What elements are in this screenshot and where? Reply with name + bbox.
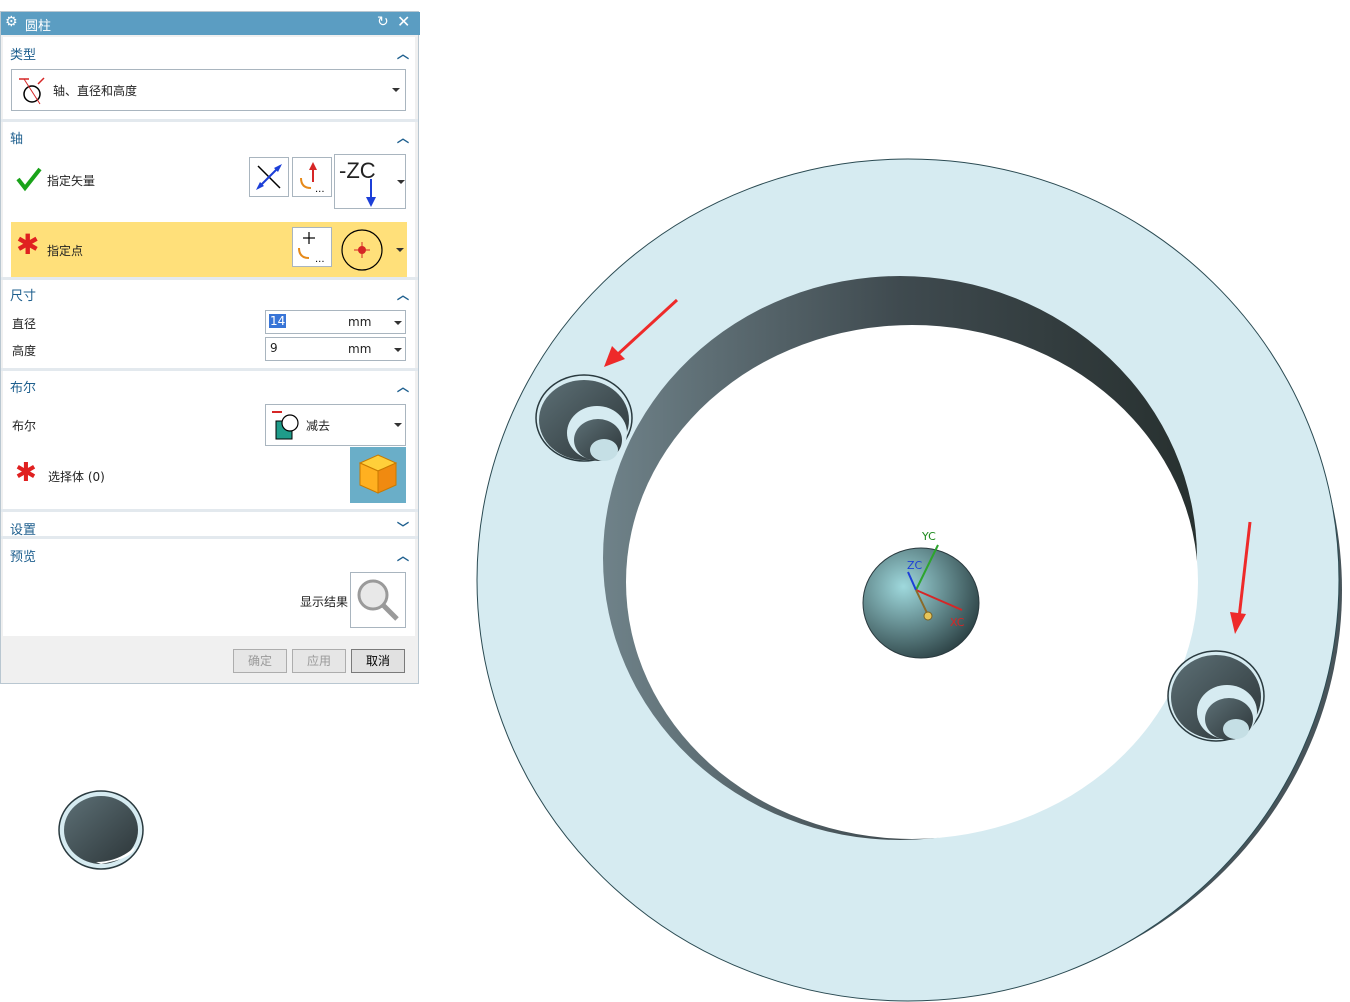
type-dropdown[interactable]: 轴、直径和高度: [11, 69, 406, 111]
diameter-field[interactable]: 14 mm: [265, 310, 406, 334]
arrow-down-icon: [366, 179, 376, 207]
point-dialog-button[interactable]: ...: [292, 227, 332, 267]
dimension-section: 尺寸 ︿ 直径 14 mm 高度 9 mm: [3, 280, 415, 368]
chevron-down-icon[interactable]: ﹀: [397, 519, 409, 536]
chevron-up-icon[interactable]: ︿: [397, 129, 409, 146]
required-asterisk-icon: ✱: [16, 228, 40, 261]
chevron-down-icon[interactable]: [394, 348, 402, 352]
axis-label-xc: XC: [950, 616, 965, 629]
axis-label-zc: ZC: [907, 559, 923, 572]
required-asterisk-icon: ✱: [15, 458, 37, 488]
svg-text:...: ...: [315, 184, 325, 195]
type-selected-value: 轴、直径和高度: [53, 84, 138, 98]
height-unit: mm: [348, 342, 372, 356]
counterbore-hole-right[interactable]: [1167, 650, 1265, 742]
vector-dialog-icon: ...: [300, 162, 325, 195]
boolean-section-title: 布尔: [10, 381, 37, 396]
select-body-button[interactable]: [350, 447, 406, 503]
height-value[interactable]: 9: [270, 341, 278, 355]
show-result-button[interactable]: [350, 572, 406, 628]
axis-section: 轴 ︿ 指定矢量 ... -ZC ✱ 指定点 ...: [3, 122, 415, 278]
specify-point-label: 指定点: [47, 244, 84, 258]
select-body-label: 选择体 (0): [48, 470, 105, 484]
boolean-label: 布尔: [12, 419, 37, 433]
vector-reverse-button[interactable]: [249, 157, 289, 197]
chevron-up-icon[interactable]: ︿: [397, 378, 409, 395]
gear-icon[interactable]: ⚙: [5, 14, 18, 30]
point-dialog-icon: ...: [298, 232, 325, 265]
preview-section: 预览 ︿ 显示结果: [3, 539, 415, 636]
chevron-down-icon[interactable]: [394, 321, 402, 325]
dimension-section-title: 尺寸: [10, 289, 37, 304]
point-selector[interactable]: [334, 222, 406, 278]
show-result-label: 显示结果: [300, 595, 349, 609]
reset-icon[interactable]: ↻: [377, 14, 389, 30]
axis-label-yc: YC: [921, 530, 936, 543]
apply-button[interactable]: 应用: [292, 649, 346, 673]
chevron-down-icon[interactable]: [394, 423, 402, 427]
specify-vector-label: 指定矢量: [47, 174, 96, 188]
chevron-down-icon[interactable]: [396, 248, 404, 252]
svg-text:...: ...: [315, 254, 325, 265]
diameter-value[interactable]: 14: [269, 314, 287, 328]
boolean-section: 布尔 ︿ 布尔 减去 ✱ 选择体 (0): [3, 371, 415, 509]
magnifier-icon: [357, 579, 399, 621]
chevron-up-icon[interactable]: ︿: [397, 286, 409, 303]
chevron-down-icon[interactable]: [397, 180, 405, 184]
chevron-down-icon: [392, 88, 400, 92]
vector-selector[interactable]: -ZC: [334, 154, 406, 209]
height-label: 高度: [12, 344, 37, 358]
settings-section[interactable]: 设置 ﹀: [3, 512, 415, 538]
cylinder-dialog: ⚙ 圆柱 ↻ ✕ 类型 ︿ 轴、直径和高度 轴 ︿ 指定矢量 ... -ZC ✱…: [0, 11, 420, 684]
type-section-title: 类型: [10, 48, 37, 63]
boolean-dropdown[interactable]: 减去: [265, 404, 406, 446]
cancel-button[interactable]: 取消: [351, 649, 405, 673]
preview-section-title: 预览: [10, 550, 37, 565]
chevron-up-icon[interactable]: ︿: [397, 547, 409, 564]
axis-section-title: 轴: [10, 132, 24, 147]
checkmark-icon: [16, 167, 42, 192]
diameter-unit: mm: [348, 315, 372, 329]
diameter-label: 直径: [12, 317, 37, 331]
small-hole-bottom-left[interactable]: [58, 790, 144, 870]
counterbore-hole-left[interactable]: [535, 374, 633, 462]
specify-vector-row[interactable]: 指定矢量 ... -ZC: [11, 152, 407, 209]
solid-body-icon: [358, 454, 398, 494]
type-section: 类型 ︿ 轴、直径和高度: [3, 37, 415, 119]
point-icon: [341, 229, 383, 271]
boolean-value: 减去: [306, 419, 331, 433]
cylinder-type-icon: [19, 77, 45, 105]
dialog-title: 圆柱: [25, 19, 52, 34]
reverse-direction-icon: [256, 164, 282, 190]
dialog-titlebar[interactable]: ⚙ 圆柱 ↻ ✕: [1, 12, 420, 35]
subtract-icon: [272, 411, 299, 440]
close-icon[interactable]: ✕: [397, 12, 410, 31]
vector-dialog-button[interactable]: ...: [292, 157, 332, 197]
chevron-up-icon[interactable]: ︿: [397, 45, 409, 62]
ok-button[interactable]: 确定: [233, 649, 287, 673]
height-field[interactable]: 9 mm: [265, 337, 406, 361]
specify-point-row[interactable]: ✱ 指定点 ...: [11, 222, 407, 278]
